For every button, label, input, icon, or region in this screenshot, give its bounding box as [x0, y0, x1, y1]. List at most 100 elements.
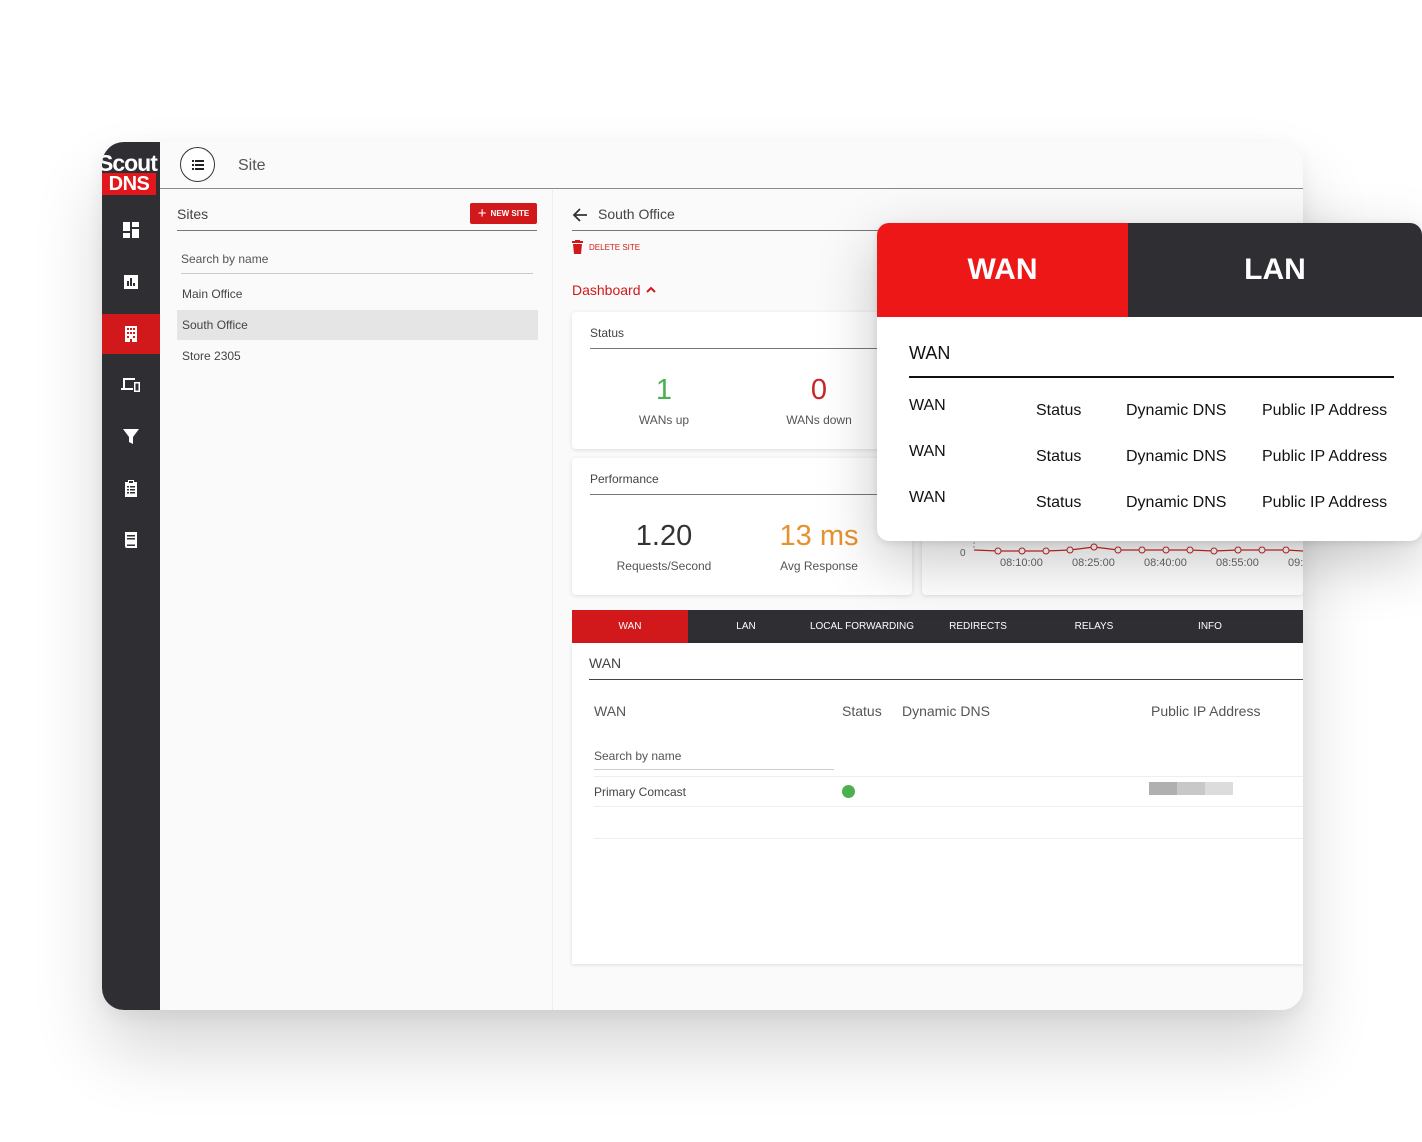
popup-tabs: WAN LAN [877, 223, 1422, 317]
avg-response-value: 13 ms [779, 520, 859, 552]
site-item-south-office[interactable]: South Office [177, 310, 538, 340]
delete-site-button[interactable]: DELETE SITE [572, 240, 640, 254]
chart-icon [124, 275, 138, 289]
plus-icon: + [477, 204, 487, 222]
site-item-store-2305[interactable]: Store 2305 [177, 341, 538, 371]
nav-rail: Scout DNS [102, 142, 160, 1010]
scoutdns-logo[interactable]: Scout DNS [102, 148, 160, 195]
performance-card-title: Performance [590, 472, 912, 495]
new-site-button[interactable]: + NEW SITE [470, 203, 537, 224]
chart-x-tick-3: 08:55:00 [1216, 557, 1259, 569]
chart-y-tick: 0 [960, 548, 966, 559]
table-row[interactable]: Primary Comcast [594, 776, 1303, 807]
sites-title: Sites [177, 206, 209, 222]
popup-tab-wan[interactable]: WAN [877, 223, 1128, 317]
col-wan: WAN [594, 703, 627, 719]
rail-dashboard[interactable] [102, 210, 160, 250]
chevron-up-icon [645, 286, 656, 293]
popup-tab-lan[interactable]: LAN [1128, 223, 1422, 317]
status-card-title: Status [590, 326, 912, 349]
requests-label: Requests/Second [616, 559, 712, 573]
col-dynamic-dns: Dynamic DNS [902, 703, 990, 719]
rail-devices[interactable] [102, 364, 160, 404]
tab-local-forwarding[interactable]: LOCAL FORWARDING [804, 610, 920, 643]
popup-title: WAN [909, 343, 1394, 378]
popup-cell-wan: WAN [909, 489, 946, 506]
wan-card-title: WAN [589, 655, 1303, 680]
wan-search-input[interactable] [594, 742, 834, 770]
site-item-main-office[interactable]: Main Office [177, 279, 538, 309]
tab-wan[interactable]: WAN [572, 610, 688, 643]
requests-metric: 1.20 Requests/Second [589, 520, 739, 573]
col-public-ip: Public IP Address [1151, 703, 1261, 719]
col-status: Status [842, 703, 882, 719]
book-icon [125, 532, 137, 548]
site-name: South Office [598, 206, 675, 222]
clipboard-icon [125, 480, 137, 497]
rail-policies[interactable] [102, 468, 160, 508]
back-arrow-icon[interactable] [572, 207, 588, 223]
popup-cell-ddns: Dynamic DNS [1126, 402, 1227, 419]
popup-row: WAN Status Dynamic DNS Public IP Address [909, 397, 1399, 427]
tab-relays[interactable]: RELAYS [1036, 610, 1152, 643]
popup-cell-wan: WAN [909, 443, 946, 460]
page-title: Site [238, 157, 266, 174]
tab-info[interactable]: INFO [1152, 610, 1268, 643]
wans-down-metric: 0 WANs down [744, 374, 894, 427]
popup-cell-ip: Public IP Address [1262, 448, 1388, 465]
table-divider [594, 838, 1303, 839]
chart-x-tick-1: 08:25:00 [1072, 557, 1115, 569]
popup-cell-wan: WAN [909, 397, 946, 414]
public-ip-redacted [1149, 782, 1233, 795]
chart-x-tick-4: 09: [1288, 557, 1303, 569]
popup-cell-status: Status [1036, 494, 1082, 511]
dashboard-toggle[interactable]: Dashboard [572, 282, 657, 298]
requests-value: 1.20 [635, 520, 693, 552]
filter-icon [123, 429, 139, 444]
dashboard-label: Dashboard [572, 282, 641, 298]
wans-up-metric: 1 WANs up [589, 374, 739, 427]
popup-cell-ddns: Dynamic DNS [1126, 494, 1227, 511]
rail-sites[interactable] [102, 314, 160, 354]
wans-up-label: WANs up [638, 413, 690, 427]
trash-icon [572, 240, 583, 254]
building-icon [125, 326, 137, 342]
wans-down-value: 0 [810, 374, 828, 406]
logo-line-2: DNS [102, 173, 156, 195]
sites-header: Sites + NEW SITE [177, 203, 537, 231]
sites-search-input[interactable] [181, 245, 533, 274]
sites-panel: Sites + NEW SITE Main Office South Offic… [160, 190, 553, 1010]
popup-cell-ip: Public IP Address [1262, 494, 1388, 511]
tab-lan[interactable]: LAN [688, 610, 804, 643]
wans-down-label: WANs down [786, 413, 852, 427]
status-card: Status 1 WANs up 0 WANs down [572, 312, 912, 449]
wans-up-value: 1 [655, 374, 673, 406]
chart-x-tick-2: 08:40:00 [1144, 557, 1187, 569]
status-up-indicator [842, 785, 855, 798]
avg-response-label: Avg Response [780, 559, 858, 573]
popup-cell-status: Status [1036, 448, 1082, 465]
rail-filters[interactable] [102, 416, 160, 456]
tab-redirects[interactable]: REDIRECTS [920, 610, 1036, 643]
menu-button[interactable] [180, 147, 215, 182]
wan-lan-popup: WAN LAN WAN WAN Status Dynamic DNS Publi… [877, 223, 1422, 541]
list-icon [191, 159, 204, 170]
delete-site-label: DELETE SITE [589, 242, 641, 252]
avg-response-metric: 13 ms Avg Response [744, 520, 894, 573]
dashboard-icon [123, 222, 139, 238]
popup-cell-ip: Public IP Address [1262, 402, 1388, 419]
wan-name: Primary Comcast [594, 785, 687, 799]
rail-reports[interactable] [102, 262, 160, 302]
site-tabs: WAN LAN LOCAL FORWARDING REDIRECTS RELAY… [572, 610, 1303, 643]
popup-cell-status: Status [1036, 402, 1082, 419]
new-site-label: NEW SITE [490, 209, 530, 218]
rail-docs[interactable] [102, 520, 160, 560]
popup-row: WAN Status Dynamic DNS Public IP Address [909, 443, 1399, 473]
performance-card: Performance 1.20 Requests/Second 13 ms A… [572, 458, 912, 595]
chart-points [994, 543, 1290, 555]
devices-icon [121, 378, 140, 392]
popup-cell-ddns: Dynamic DNS [1126, 448, 1227, 465]
chart-x-tick-0: 08:10:00 [1000, 557, 1043, 569]
top-bar: Site [160, 142, 1303, 189]
popup-row: WAN Status Dynamic DNS Public IP Address [909, 489, 1399, 519]
